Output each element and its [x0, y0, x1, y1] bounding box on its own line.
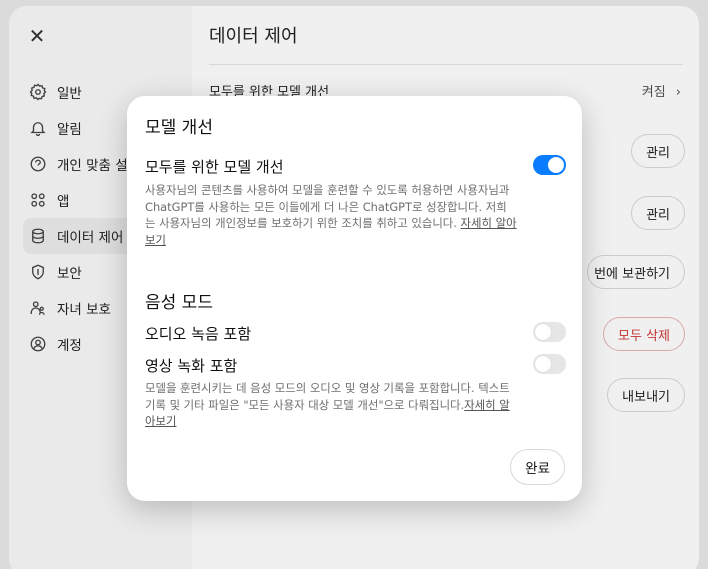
improve-model-toggle[interactable] [533, 155, 566, 175]
audio-recording-toggle[interactable] [533, 322, 566, 342]
toggle-knob [535, 324, 551, 340]
improve-model-description-text: 사용자님의 콘텐츠를 사용하여 모델을 훈련할 수 있도록 허용하면 사용자님과… [145, 183, 510, 230]
voice-mode-description-text: 모델을 훈련시키는 데 음성 모드의 오디오 및 영상 기록을 포함합니다. 텍… [145, 381, 510, 412]
toggle-knob [548, 157, 564, 173]
done-button[interactable]: 완료 [510, 449, 565, 485]
voice-mode-description: 모델을 훈련시키는 데 음성 모드의 오디오 및 영상 기록을 포함합니다. 텍… [145, 380, 517, 430]
toggle-knob [535, 356, 551, 372]
voice-mode-heading: 음성 모드 [145, 293, 213, 313]
dialog-title: 모델 개선 [145, 118, 213, 138]
video-recording-toggle[interactable] [533, 354, 566, 374]
improve-model-description: 사용자님의 콘텐츠를 사용하여 모델을 훈련할 수 있도록 허용하면 사용자님과… [145, 182, 517, 248]
improve-model-label: 모두를 위한 모델 개선 [145, 158, 284, 176]
improve-model-dialog: 모델 개선 모두를 위한 모델 개선 사용자님의 콘텐츠를 사용하여 모델을 훈… [127, 96, 582, 501]
audio-recording-label: 오디오 녹음 포함 [145, 325, 252, 343]
video-recording-label: 영상 녹화 포함 [145, 357, 238, 375]
